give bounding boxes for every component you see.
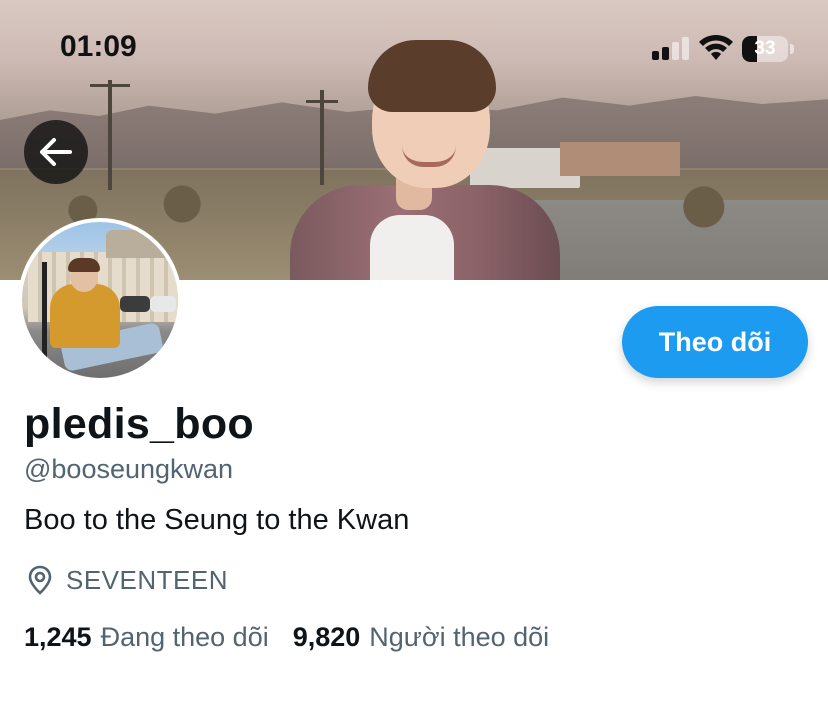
avatar-person-jacket — [50, 284, 120, 348]
utility-pole — [320, 90, 324, 185]
location-text: SEVENTEEN — [66, 564, 228, 595]
following-count[interactable]: 1,245 — [24, 622, 92, 653]
avatar-car — [150, 296, 176, 312]
utility-pole-bar — [306, 100, 338, 103]
followers-count[interactable]: 9,820 — [293, 622, 361, 653]
following-label[interactable]: Đang theo dõi — [101, 622, 269, 653]
cellular-signal-icon — [652, 36, 690, 60]
battery-level: 33 — [754, 38, 776, 59]
followers-label[interactable]: Người theo dõi — [369, 622, 549, 653]
avatar-lamp-post — [42, 262, 47, 372]
banner-person-hair — [368, 40, 496, 112]
utility-pole — [108, 80, 112, 190]
user-handle: @booseungkwan — [24, 454, 234, 484]
avatar-person-hair — [68, 258, 100, 272]
battery-tip — [790, 44, 794, 54]
profile-bio: Boo to the Seung to the Kwan — [24, 504, 410, 536]
utility-pole-bar — [90, 84, 130, 87]
battery-icon: 33 — [742, 36, 788, 62]
arrow-left-icon — [40, 138, 72, 166]
back-button[interactable] — [24, 120, 88, 184]
banner-building — [560, 142, 680, 176]
avatar-building-roof — [106, 230, 166, 258]
avatar-car — [120, 296, 150, 312]
banner-person-shirt — [370, 215, 454, 280]
location-row: SEVENTEEN — [24, 562, 228, 598]
status-time: 01:09 — [60, 30, 137, 63]
display-name: pledis_boo — [24, 400, 254, 448]
location-pin-icon — [28, 565, 52, 595]
wifi-icon — [699, 34, 733, 60]
follow-stats: 1,245 Đang theo dõi 9,820 Người theo dõi — [24, 622, 573, 653]
follow-button[interactable]: Theo dõi — [622, 306, 808, 378]
avatar[interactable] — [18, 218, 182, 382]
